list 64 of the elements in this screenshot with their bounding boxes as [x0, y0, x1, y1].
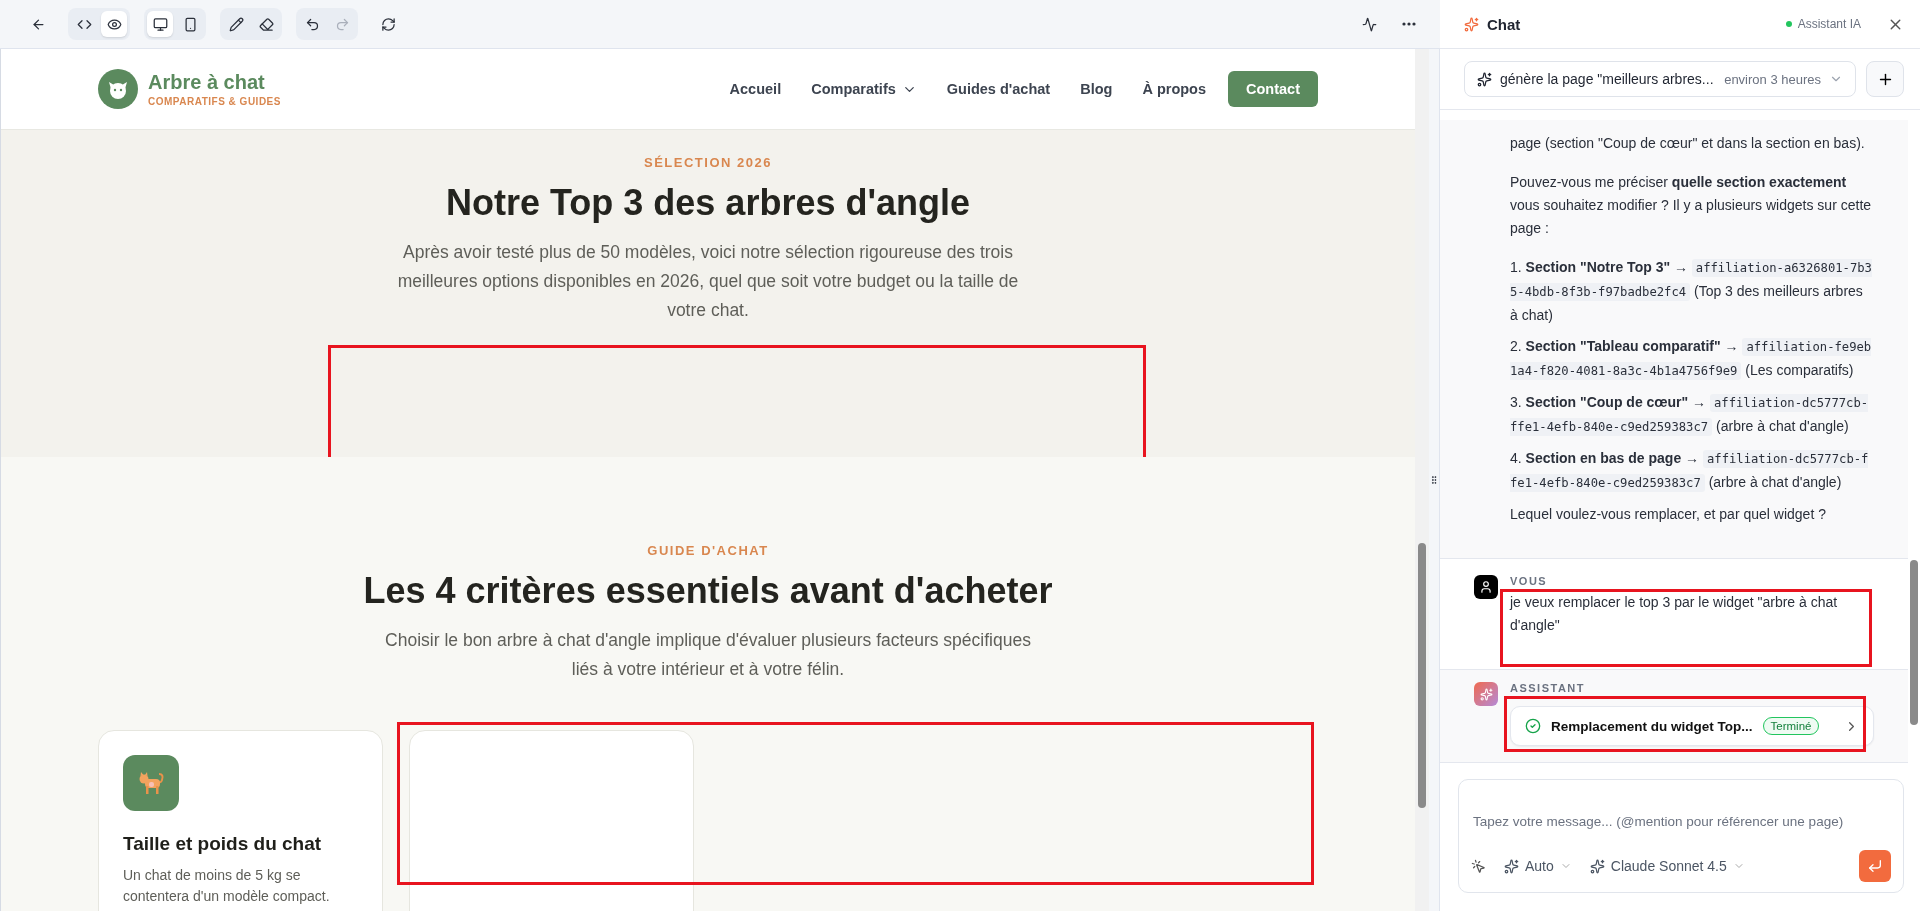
site-tagline: COMPARATIFS & GUIDES [148, 96, 281, 107]
pointer-click-icon[interactable] [1471, 858, 1486, 874]
message-text: je veux remplacer le top 3 par le widget "arbre à chat d'angle" [1510, 593, 1839, 635]
contact-button[interactable]: Contact [1228, 71, 1318, 107]
desktop-icon [152, 16, 168, 32]
back-icon [30, 16, 46, 32]
section-eyebrow: GUIDE D'ACHAT [647, 543, 769, 558]
task-title: Remplacement du widget Top... [1551, 718, 1753, 734]
refresh-icon [380, 16, 396, 32]
sparkle-icon [1589, 858, 1605, 874]
task-card[interactable]: Remplacement du widget Top... Terminé [1510, 706, 1874, 746]
section-title: Notre Top 3 des arbres d'angle [446, 182, 970, 224]
site-name: Arbre à chat [148, 71, 266, 94]
desktop-view-button[interactable] [147, 11, 173, 37]
list-item: 2. Section "Tableau comparatif" → affiliation-fe9eb1a4-f820-4081-8a3c-4b1a4756f9e9 (Les comparatifs) [1510, 337, 1873, 382]
preview-button[interactable] [101, 11, 127, 37]
mobile-icon [182, 16, 198, 32]
card-text: Un chat de moins de 5 kg se contentera d'un modèle compact. [123, 866, 331, 906]
message-text: page (section "Coup de cœur" et dans la section en bas). [1510, 134, 1866, 153]
model-select[interactable]: Claude Sonnet 4.5 [1589, 858, 1745, 874]
redo-icon [334, 16, 350, 32]
eraser-icon [258, 16, 274, 32]
section-title: Les 4 critères essentiels avant d'acheter [363, 570, 1053, 612]
message-author: VOUS [1510, 575, 1549, 587]
assistant-avatar-icon [1474, 682, 1498, 706]
message-input[interactable]: Tapez votre message... (@mention pour référencer une page) Auto Claude Sonnet 4.5 [1458, 779, 1904, 893]
list-item: 4. Section en bas de page → affiliation-dc5777cb-ffe1-4efb-840e-c9ed259383c7 (arbre à chat d'angle) [1510, 449, 1870, 494]
resize-handle-icon[interactable] [1429, 475, 1439, 485]
sparkle-icon [1504, 858, 1519, 874]
list-item: 3. Section "Coup de cœur" → affiliation-dc5777cb-ffe1-4efb-840e-c9ed259383c7 (arbre à chat d'angle) [1510, 393, 1870, 438]
preview-icon [106, 16, 122, 32]
send-button[interactable] [1859, 850, 1891, 882]
message-text: Lequel voulez-vous remplacer, et par quel widget ? [1510, 505, 1827, 524]
message-author: ASSISTANT [1510, 682, 1587, 694]
undo-icon [304, 16, 320, 32]
pencil-icon [228, 16, 244, 32]
activity-icon [1361, 16, 1377, 32]
section-intro: Choisir le bon arbre à chat d'angle implique d'évaluer plusieurs facteurs spécifiques liés à votre intérieur et à votre félin. [384, 629, 1032, 681]
assistant-status: Assistant IA [1797, 17, 1861, 31]
nav-link[interactable]: Comparatifs [811, 81, 917, 97]
sparkle-icon [1464, 16, 1479, 32]
chat-title: Chat [1487, 15, 1521, 33]
session-select[interactable]: génère la page "meilleurs arbres... environ 3 heures [1464, 61, 1856, 97]
nav-link[interactable]: Guides d'achat [946, 81, 1051, 97]
mode-select[interactable]: Auto [1504, 858, 1572, 874]
enter-icon [1867, 858, 1883, 874]
cat-icon [137, 770, 165, 796]
status-badge: Terminé [1762, 717, 1820, 735]
status-dot [1785, 21, 1792, 27]
message-text: Pouvez-vous me préciser quelle section exactement vous souhaitez modifier ? Il y a plusieurs widgets sur cette page : [1510, 173, 1873, 238]
section-intro: Après avoir testé plus de 50 modèles, voici notre sélection rigoureuse des trois meilleures options disponibles en 2026, quel que soit votre budget ou la taille de votre chat. [396, 241, 1020, 322]
nav-link[interactable]: Blog [1080, 81, 1113, 97]
session-time: environ 3 heures [1724, 71, 1821, 87]
card-title: Taille et poids du chat [123, 833, 323, 855]
session-title: génère la page "meilleurs arbres... [1500, 71, 1714, 87]
list-item: 1. Section "Notre Top 3" → affiliation-a6326801-7b35-4bdb-8f3b-f97badbe2fc4 (Top 3 des meilleurs arbres à chat) [1510, 258, 1873, 325]
more-icon [1402, 22, 1416, 26]
nav-link[interactable]: Accueil [729, 81, 782, 97]
sparkle-icon [1477, 71, 1492, 87]
section-eyebrow: SÉLECTION 2026 [644, 155, 772, 170]
cat-logo-icon [98, 69, 138, 109]
nav-link[interactable]: À propos [1142, 81, 1206, 97]
page-scrollbar[interactable] [1415, 49, 1429, 911]
user-avatar-icon [1474, 575, 1498, 599]
